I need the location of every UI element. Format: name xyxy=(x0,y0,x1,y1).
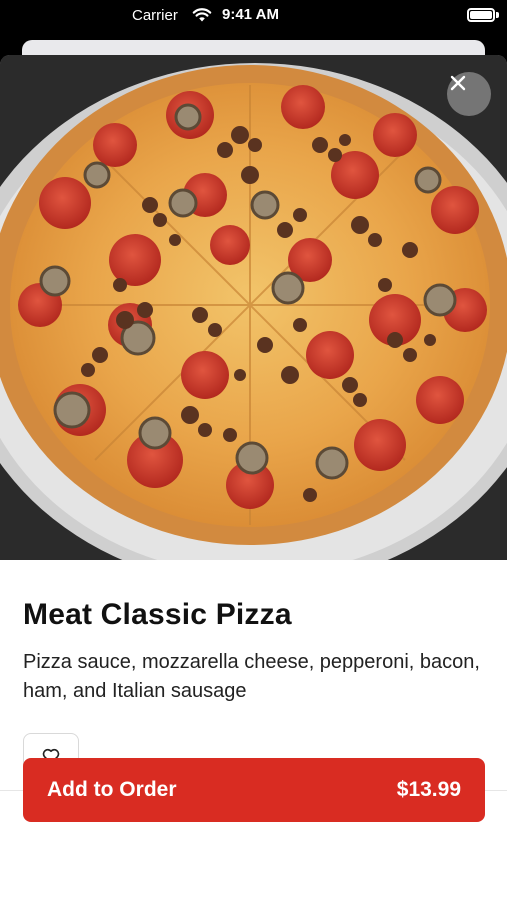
price-label: $13.99 xyxy=(396,778,461,801)
add-to-order-button[interactable]: Add to Order $13.99 xyxy=(23,758,485,822)
wifi-icon xyxy=(192,8,212,22)
carrier-label: Carrier xyxy=(132,7,178,24)
item-description: Pizza sauce, mozzarella cheese, pepperon… xyxy=(23,651,480,702)
clock: 9:41 AM xyxy=(222,6,279,23)
battery-icon xyxy=(467,8,495,22)
pizza-image xyxy=(0,55,507,560)
close-button[interactable] xyxy=(447,72,491,116)
status-bar: Carrier 9:41 AM xyxy=(0,0,507,34)
add-to-order-label: Add to Order xyxy=(47,778,177,801)
item-title: Meat Classic Pizza xyxy=(23,598,292,631)
close-icon xyxy=(450,75,466,91)
